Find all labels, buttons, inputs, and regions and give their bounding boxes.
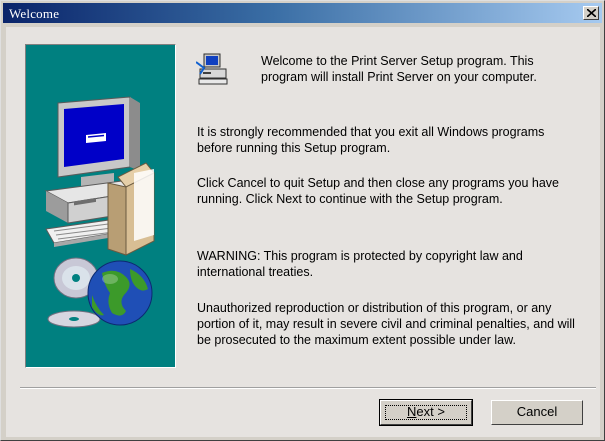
- intro-line: program will install Print Server on you…: [261, 70, 537, 84]
- legal-paragraph: Unauthorized reproduction or distributio…: [197, 300, 575, 348]
- title-bar[interactable]: Welcome: [3, 3, 602, 23]
- paragraph-line: portion of it, may result in severe civi…: [197, 317, 575, 331]
- button-divider: [20, 387, 596, 389]
- paragraph-line: Click Cancel to quit Setup and then clos…: [197, 176, 560, 190]
- intro-text: Welcome to the Print Server Setup progra…: [261, 53, 537, 85]
- next-mnemonic: N: [407, 404, 417, 419]
- setup-dialog: Welcome Welcome to the Print Server Setu…: [0, 0, 605, 441]
- paragraph-line: It is strongly recommended that you exit…: [197, 125, 545, 139]
- globe-icon: [87, 260, 153, 326]
- side-illustration-panel: [25, 44, 176, 368]
- setup-computer-icon: [196, 53, 228, 85]
- paragraph-line: be prosecuted to the maximum extent poss…: [197, 333, 516, 347]
- paragraph-line: WARNING: This program is protected by co…: [197, 249, 523, 263]
- recommendation-paragraph: It is strongly recommended that you exit…: [197, 124, 544, 156]
- paragraph-line: international treaties.: [197, 265, 314, 279]
- next-button-label: Next >: [407, 404, 445, 419]
- next-button[interactable]: Next >: [379, 399, 473, 426]
- close-button[interactable]: [583, 6, 599, 20]
- paragraph-line: before running this Setup program.: [197, 141, 391, 155]
- cancel-button[interactable]: Cancel: [491, 400, 583, 425]
- dialog-body: Welcome to the Print Server Setup progra…: [6, 27, 600, 437]
- next-label-rest: ext >: [416, 404, 445, 419]
- paragraph-line: running. Click Next to continue with the…: [197, 192, 503, 206]
- paragraph-line: Unauthorized reproduction or distributio…: [197, 301, 552, 315]
- box-icon: [107, 162, 155, 256]
- instructions-paragraph: Click Cancel to quit Setup and then clos…: [197, 175, 559, 207]
- computer-globe-illustration: [44, 96, 155, 328]
- window-title: Welcome: [9, 6, 60, 21]
- close-icon: [587, 9, 596, 17]
- cancel-button-label: Cancel: [516, 404, 558, 419]
- warning-paragraph: WARNING: This program is protected by co…: [197, 248, 523, 280]
- intro-line: Welcome to the Print Server Setup progra…: [261, 54, 534, 68]
